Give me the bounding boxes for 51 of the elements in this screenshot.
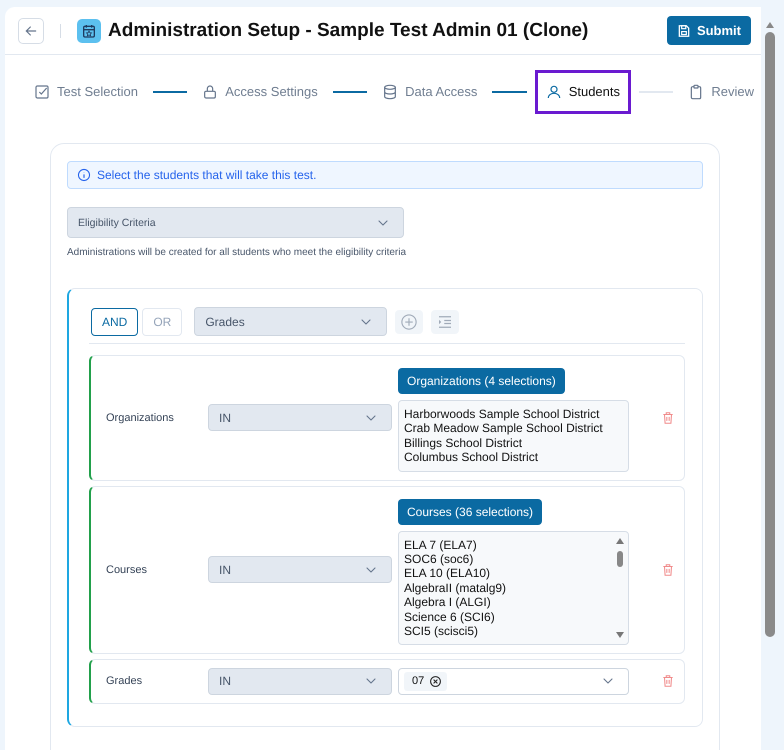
list-item: SOC6 (soc6)	[404, 552, 474, 566]
submit-button[interactable]: Submit	[666, 16, 751, 45]
field-select[interactable]: Grades	[194, 307, 388, 336]
list-item: ELA 7 (ELA7)	[404, 538, 478, 552]
calendar-icon	[77, 18, 101, 42]
info-icon	[77, 168, 91, 182]
list-item: Algebra I (ALGI)	[404, 595, 492, 610]
list-item: Science 6 (SCI6)	[404, 610, 496, 624]
selection-list[interactable]: ELA 7 (ELA7) SOC6 (soc6) ELA 10 (ELA10) AlgebraII (matalg9) Algebra I (ALGI) Science 6 (SCI6) SCI5 (scisci5)	[398, 530, 629, 645]
list-item: Harborwoods Sample School District	[404, 407, 600, 422]
selection-list[interactable]: Harborwoods Sample School District Crab Meadow Sample School District Billings School District Columbus School District	[398, 400, 629, 472]
grade-tags-field[interactable]: 07	[398, 668, 629, 695]
rule-label: Organizations	[106, 412, 175, 424]
operator-select[interactable]: IN	[208, 556, 392, 584]
clipboard-icon	[688, 84, 704, 100]
checkbox-icon	[34, 84, 50, 100]
list-item: Crab Meadow Sample School District	[404, 421, 604, 436]
trash-icon[interactable]	[661, 410, 675, 425]
step-tab[interactable]: Test Selection	[27, 70, 145, 114]
list-item: SCI5 (scisci5)	[404, 624, 480, 638]
info-text: Select the students that will take this test.	[97, 168, 316, 182]
list-item: Columbus School District	[404, 450, 540, 465]
operator-toggle[interactable]: AND	[91, 308, 138, 336]
rule-label: Grades	[106, 675, 144, 688]
operator-select[interactable]: IN	[208, 404, 392, 432]
list-item: Billings School District	[404, 436, 524, 450]
page-title: Administration Setup - Sample Test Admin 01 (Clone)	[108, 20, 590, 42]
eligibility-select[interactable]: Eligibility Criteria	[67, 207, 404, 238]
add-group-button[interactable]	[431, 310, 460, 334]
grade-tag: 07	[404, 672, 448, 691]
remove-icon	[429, 674, 442, 688]
step-tab[interactable]: Students	[534, 70, 632, 114]
list-item: AlgebraII (matalg9)	[404, 580, 508, 596]
step-tab[interactable]: Data Access	[375, 70, 484, 114]
trash-icon[interactable]	[661, 562, 675, 577]
add-button[interactable]	[395, 310, 424, 334]
helper-text: Administrations will be created for all students who meet the eligibility criteria	[67, 247, 408, 258]
save-icon	[676, 24, 691, 38]
lock-icon	[202, 84, 218, 100]
list-item: ELA 10 (ELA10)	[404, 566, 492, 581]
selection-count-badge: Courses (36 selections)	[398, 498, 542, 525]
rule-label: Courses	[106, 564, 148, 576]
user-icon	[546, 84, 562, 100]
operator-select[interactable]: IN	[208, 668, 392, 695]
step-tab[interactable]: Review	[681, 70, 761, 114]
selection-count-badge: Organizations (4 selections)	[398, 368, 565, 394]
trash-icon[interactable]	[661, 674, 675, 688]
database-icon	[382, 84, 398, 100]
plus-circle-icon	[400, 312, 418, 330]
step-tab[interactable]: Access Settings	[195, 70, 325, 114]
back-button[interactable]	[18, 18, 44, 44]
